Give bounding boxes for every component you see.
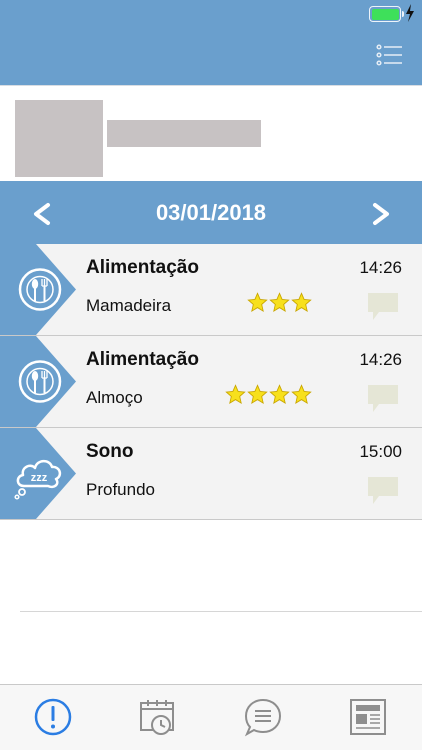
event-title: Sono [86,441,134,462]
sleep-cloud-icon: zzz [0,428,76,519]
tab-bar [0,684,422,750]
event-row[interactable]: zzz Sono 15:00 Profundo [0,428,422,520]
star-icon [225,384,246,404]
star-rating [225,384,312,405]
charging-bolt-icon [406,4,414,22]
star-icon [291,384,312,404]
comment-icon[interactable] [367,292,399,322]
event-time: 14:26 [359,350,402,369]
star-icon [247,384,268,404]
svg-text:zzz: zzz [31,472,48,484]
next-day-button[interactable] [367,199,395,229]
child-name-placeholder [107,120,261,147]
star-rating [247,292,312,313]
newspaper-icon[interactable] [348,697,388,737]
event-detail: Profundo [86,480,155,499]
event-list: Alimentação 14:26 Mamadeira Alimentação … [0,244,422,520]
star-icon [291,292,312,312]
event-detail: Mamadeira [86,296,172,315]
list-divider [20,611,422,612]
date-navigation: 03/01/2018 [0,181,422,244]
event-time: 14:26 [359,258,402,277]
event-time: 15:00 [359,442,402,461]
event-detail: Almoço [86,388,143,407]
current-date: 03/01/2018 [155,200,267,225]
event-title: Alimentação [86,257,199,278]
app-header [0,0,422,85]
calendar-clock-icon[interactable] [138,697,178,737]
plate-fork-spoon-icon [0,336,76,427]
event-title: Alimentação [86,349,199,370]
star-icon [269,292,290,312]
alert-icon[interactable] [33,697,73,737]
chat-bubble-icon[interactable] [243,697,283,737]
battery-icon [369,6,404,22]
star-icon [247,292,268,312]
avatar [15,100,103,177]
event-row[interactable]: Alimentação 14:26 Almoço [0,336,422,428]
star-icon [269,384,290,404]
list-menu-icon[interactable] [376,44,404,66]
event-row[interactable]: Alimentação 14:26 Mamadeira [0,244,422,336]
plate-fork-spoon-icon [0,244,76,335]
comment-icon[interactable] [367,384,399,414]
child-profile[interactable] [0,85,422,181]
comment-icon[interactable] [367,476,399,506]
